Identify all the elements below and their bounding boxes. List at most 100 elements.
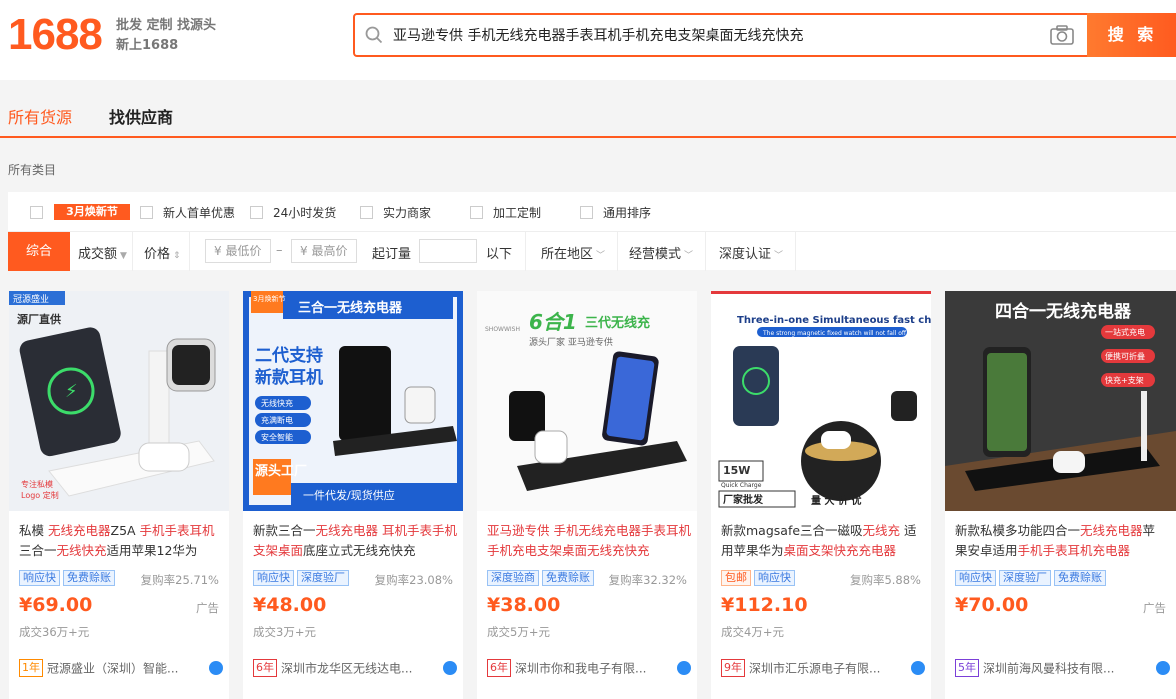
image-feature: 充满断电 (261, 415, 293, 425)
product-card[interactable]: SHOWWISH 6合1 三代无线充 源头厂家 亚马逊专供 亚马逊专供 手机无线… (477, 291, 697, 699)
title-text: 底座立式无线充快充 (303, 543, 416, 558)
title-keyword: 无线充电器 (47, 523, 111, 538)
location-dropdown-label: 所在地区 (541, 247, 594, 262)
search-button[interactable]: 搜 索 (1087, 13, 1176, 57)
shop-name: 深圳市龙华区无线达电... (281, 661, 413, 676)
caret-down-icon: ▼ (120, 251, 127, 261)
product-title[interactable]: 新款magsafe三合一磁吸无线充 适用苹果华为桌面支架快充充电器 (721, 521, 926, 561)
deal-volume: 成交36万+元 (19, 625, 90, 639)
filter-label-new-user[interactable]: 新人首单优惠 (163, 204, 235, 221)
ad-label: 广告 (196, 601, 219, 615)
product-image[interactable]: 四合一无线充电器 一站式充电 便携可折叠 快充+支架 (945, 291, 1176, 511)
sort-price[interactable]: 价格 ⇕ (144, 243, 181, 262)
shop-link[interactable]: 9年 深圳市汇乐源电子有限... (721, 659, 926, 679)
title-keyword: 支架桌面 (253, 543, 304, 558)
custom-checkbox[interactable] (470, 206, 483, 219)
shop-years-badge: 1年 (19, 659, 43, 677)
image-feature: 一站式充电 (1105, 327, 1145, 337)
moq-input[interactable] (419, 239, 477, 263)
product-title[interactable]: 新款私模多功能四合一无线充电器苹果安卓适用手机手表耳机充电器 (955, 521, 1160, 561)
product-price: ¥38.00 (487, 594, 561, 616)
chat-icon[interactable] (1156, 661, 1170, 675)
chat-icon[interactable] (911, 661, 925, 675)
divider (617, 232, 618, 271)
image-caption: 一件代发/现货供应 (303, 488, 395, 502)
shop-link[interactable]: 6年 深圳市龙华区无线达电... (253, 659, 458, 679)
filter-label-strong-merchant[interactable]: 实力商家 (383, 204, 431, 221)
product-image[interactable]: SHOWWISH 6合1 三代无线充 源头厂家 亚马逊专供 (477, 291, 697, 511)
product-title[interactable]: 私模 无线充电器Z5A 手机手表耳机三合一无线快充适用苹果12华为 (19, 521, 224, 561)
image-caption: 源头工厂 (255, 463, 307, 479)
product-card[interactable]: 三合一无线充电器 3月焕新节 二代支持 新款耳机 无线快充 充满断电 安全智能 … (243, 291, 463, 699)
logo[interactable]: 1688 (8, 10, 103, 60)
strong-merchant-checkbox[interactable] (360, 206, 373, 219)
filter-label-custom[interactable]: 加工定制 (493, 204, 541, 221)
result-tabs: 所有货源 找供应商 (0, 80, 1176, 138)
chat-icon[interactable] (209, 661, 223, 675)
slogan-line-1: 批发 定制 找源头 (116, 18, 217, 33)
tab-all-goods[interactable]: 所有货源 (8, 104, 72, 128)
shop-link[interactable]: 5年 深圳前海风曼科技有限... (955, 659, 1160, 679)
max-price-input[interactable]: ¥ 最高价 (291, 239, 357, 263)
shop-years-badge: 9年 (721, 659, 745, 677)
title-keyword: 手机手表耳机充电器 (1017, 543, 1131, 558)
product-image[interactable]: 冠源盛业 源厂直供 ⚡ 专注私模 Logo 定制 (9, 291, 229, 511)
service-tag: 响应快 (19, 570, 60, 586)
sort-comprehensive[interactable]: 综合 (8, 232, 70, 271)
service-tags: 深度验商 免费赊账 (487, 570, 597, 586)
slogan-line-2: 新上1688 (116, 38, 179, 53)
24h-checkbox[interactable] (250, 206, 263, 219)
title-text: 私模 (19, 523, 48, 538)
service-tags: 响应快 深度验厂 免费赊账 (955, 570, 1109, 586)
product-image[interactable]: 三合一无线充电器 3月焕新节 二代支持 新款耳机 无线快充 充满断电 安全智能 … (243, 291, 463, 511)
shop-years-badge: 5年 (955, 659, 979, 677)
repurchase-rate: 复购率32.32% (608, 573, 687, 587)
search-icon (365, 26, 383, 44)
tab-suppliers[interactable]: 找供应商 (109, 104, 173, 128)
min-price-input[interactable]: ¥ 最低价 (205, 239, 271, 263)
location-dropdown[interactable]: 所在地区 ﹀ (541, 243, 605, 262)
moq-label: 起订量 (372, 247, 412, 262)
title-keyword: 耳机手表手机 (382, 523, 458, 538)
filter-label-general-sort[interactable]: 通用排序 (603, 204, 651, 221)
new-user-checkbox[interactable] (140, 206, 153, 219)
image-headline: 6合1 (529, 310, 577, 334)
chevron-down-icon: ﹀ (596, 251, 606, 261)
promo-badge[interactable]: 3月焕新节 (54, 204, 130, 220)
business-mode-dropdown[interactable]: 经营模式 ﹀ (629, 243, 693, 262)
chat-icon[interactable] (443, 661, 457, 675)
product-price: ¥70.00 (955, 594, 1029, 616)
promo-checkbox[interactable] (30, 206, 43, 219)
product-card[interactable]: 冠源盛业 源厂直供 ⚡ 专注私模 Logo 定制 私模 无线充电器Z5A 手机手… (9, 291, 229, 699)
image-caption: Quick Charge (721, 482, 762, 489)
service-tag: 响应快 (754, 570, 795, 586)
sort-volume[interactable]: 成交额 ▼ (78, 243, 127, 262)
deal-volume: 成交3万+元 (253, 625, 316, 639)
shop-name: 深圳市汇乐源电子有限... (749, 661, 881, 676)
image-headline: Three-in-one Simultaneous fast charge (737, 315, 931, 326)
image-headline: 二代支持 (255, 345, 323, 366)
filter-label-24h[interactable]: 24小时发货 (273, 204, 336, 221)
chevron-down-icon: ﹀ (684, 251, 694, 261)
service-tag: 免费赊账 (542, 570, 594, 586)
certification-dropdown[interactable]: 深度认证 ﹀ (719, 243, 783, 262)
product-image[interactable]: Three-in-one Simultaneous fast charge Th… (711, 291, 931, 511)
general-sort-checkbox[interactable] (580, 206, 593, 219)
service-tag: 免费赊账 (1054, 570, 1106, 586)
chat-icon[interactable] (677, 661, 691, 675)
shop-link[interactable]: 1年 冠源盛业（深圳）智能... (19, 659, 224, 679)
camera-icon[interactable] (1049, 24, 1075, 46)
product-price: ¥69.00 (19, 594, 93, 616)
title-text: Z5A (110, 523, 140, 538)
shop-name: 深圳市你和我电子有限... (515, 661, 647, 676)
category-label[interactable]: 所有类目 (8, 161, 56, 178)
moq-suffix: 以下 (486, 247, 513, 262)
product-card[interactable]: 四合一无线充电器 一站式充电 便携可折叠 快充+支架 新款私模多功能四合一无线充… (945, 291, 1176, 699)
product-card[interactable]: Three-in-one Simultaneous fast charge Th… (711, 291, 931, 699)
product-title[interactable]: 新款三合一无线充电器 耳机手表手机支架桌面底座立式无线充快充 (253, 521, 458, 561)
service-tag: 免费赊账 (63, 570, 115, 586)
filter-bar: 3月焕新节 新人首单优惠 24小时发货 实力商家 加工定制 通用排序 (8, 192, 1176, 232)
product-title[interactable]: 亚马逊专供 手机无线充电器手表耳机手机充电支架桌面无线充快充 (487, 521, 692, 561)
shop-link[interactable]: 6年 深圳市你和我电子有限... (487, 659, 692, 679)
search-input[interactable] (393, 15, 1033, 55)
